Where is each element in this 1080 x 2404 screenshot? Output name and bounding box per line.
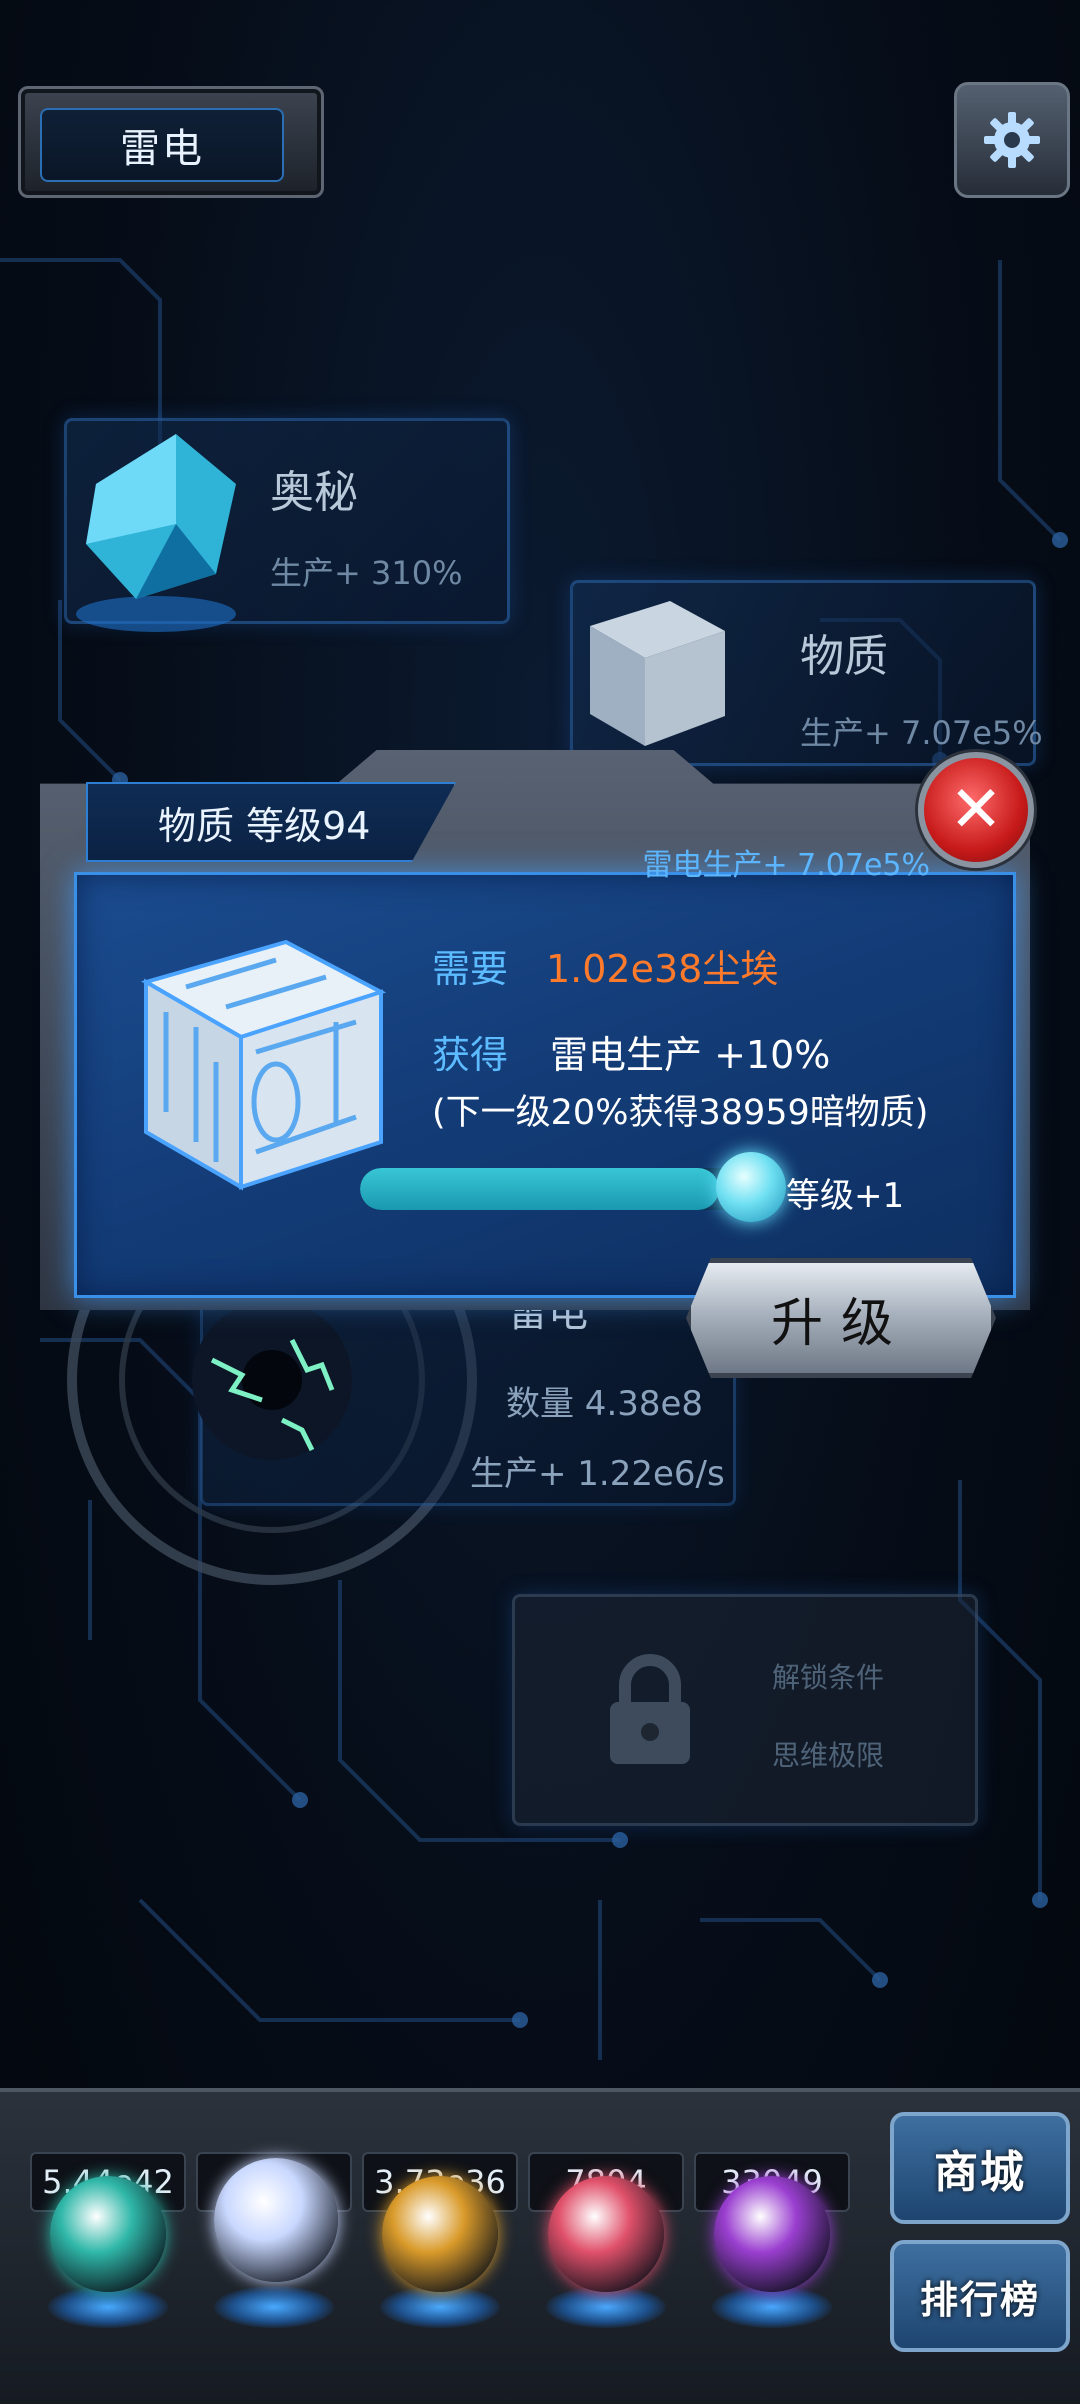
resource-orb-dust[interactable] [382, 2176, 498, 2292]
locked-condition-label: 解锁条件 [772, 1661, 885, 1694]
level-increment: 等级+1 [786, 1176, 905, 1216]
lightning-card-count: 数量 4.38e8 [506, 1384, 704, 1424]
orb-stand [380, 2286, 500, 2328]
close-button[interactable]: ✕ [918, 752, 1034, 868]
crystal-icon [76, 434, 236, 632]
page-title: 雷电 [40, 108, 284, 182]
mystery-card-title: 奥秘 [270, 467, 358, 518]
locked-card [512, 1594, 978, 1826]
close-icon: ✕ [949, 773, 1003, 847]
upgrade-progress-knob[interactable] [716, 1152, 786, 1222]
orb-stand [546, 2286, 666, 2328]
need-value: 1.02e38尘埃 [546, 947, 779, 991]
ranking-button[interactable]: 排行榜 [890, 2240, 1070, 2352]
upgrade-button[interactable]: 升级 [686, 1258, 996, 1378]
resource-orb-lightning[interactable] [214, 2158, 338, 2282]
upgrade-progress-fill [360, 1168, 719, 1210]
gain-label: 获得 [432, 1033, 509, 1077]
matter-card-production: 生产+ 7.07e5% [800, 714, 1043, 752]
orb-stand [48, 2286, 168, 2328]
resource-orb-dark-matter[interactable] [714, 2176, 830, 2292]
mystery-card-production: 生产+ 310% [270, 554, 463, 592]
resource-orb-atom[interactable] [50, 2176, 166, 2292]
gain-value: 雷电生产 +10% [550, 1033, 831, 1077]
gear-icon [984, 112, 1040, 168]
resource-orb-brain[interactable] [548, 2176, 664, 2292]
lightning-card-production: 生产+ 1.22e6/s [470, 1454, 725, 1494]
upgrade-progress-bar [360, 1168, 750, 1210]
matter-cube-icon [590, 601, 725, 746]
matter-cube-icon-large [140, 939, 387, 1191]
shop-button[interactable]: 商城 [890, 2112, 1070, 2224]
lock-icon [610, 1654, 690, 1764]
locked-requirement: 思维极限 [772, 1739, 885, 1772]
next-level-text: (下一级20%获得38959暗物质) [432, 1093, 929, 1133]
orb-stand [214, 2286, 334, 2328]
orb-stand [712, 2286, 832, 2328]
modal-title: 物质 等级94 [86, 782, 456, 862]
matter-card-title: 物质 [800, 631, 888, 682]
modal-subtitle: 雷电生产+ 7.07e5% [642, 848, 930, 883]
lightning-orb-icon [192, 1300, 352, 1460]
need-label: 需要 [432, 947, 509, 991]
settings-button[interactable] [954, 82, 1070, 198]
